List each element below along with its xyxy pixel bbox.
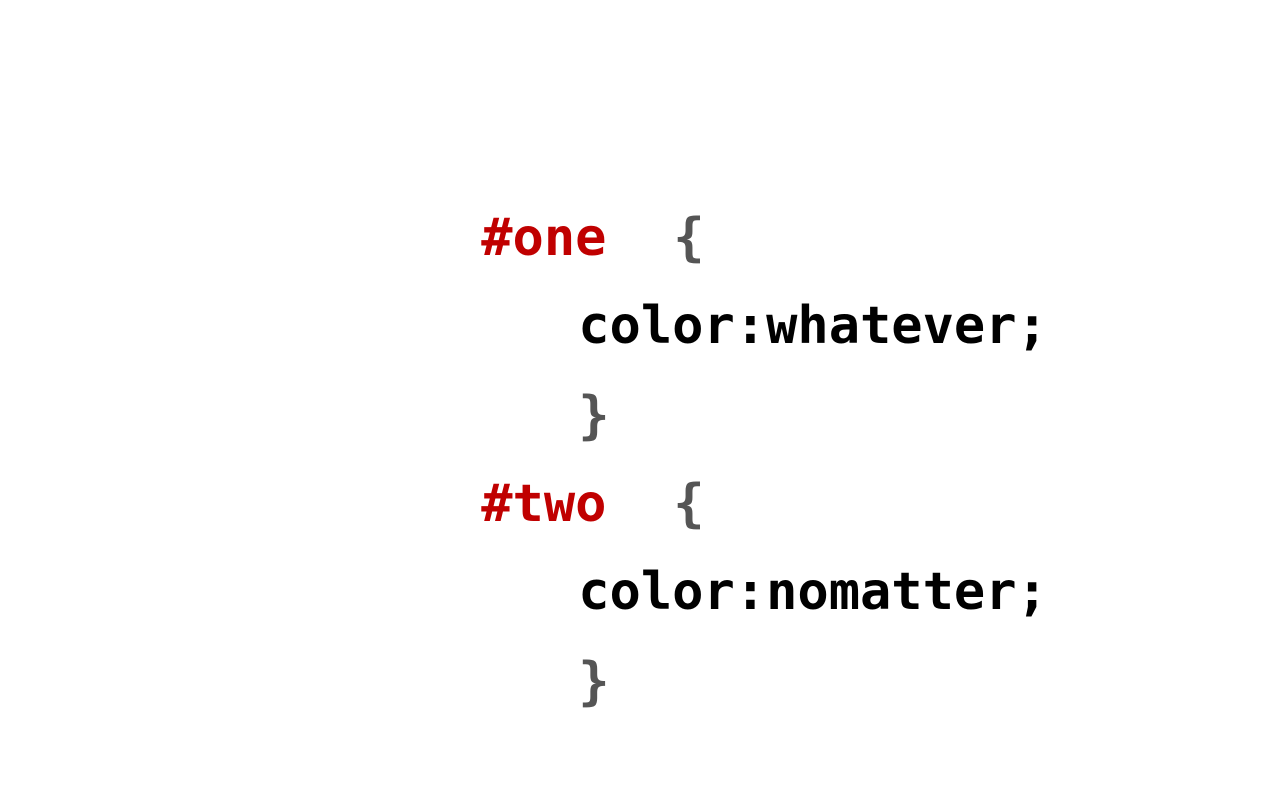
declaration-one: color:whatever; — [578, 296, 1048, 356]
declaration-two: color:nomatter; — [578, 562, 1048, 622]
close-brace-two: } — [578, 652, 610, 712]
code-slide: #one { color:whatever; } #two { color:no… — [0, 0, 1280, 800]
rule-two-close-brace-line: } — [453, 604, 610, 760]
